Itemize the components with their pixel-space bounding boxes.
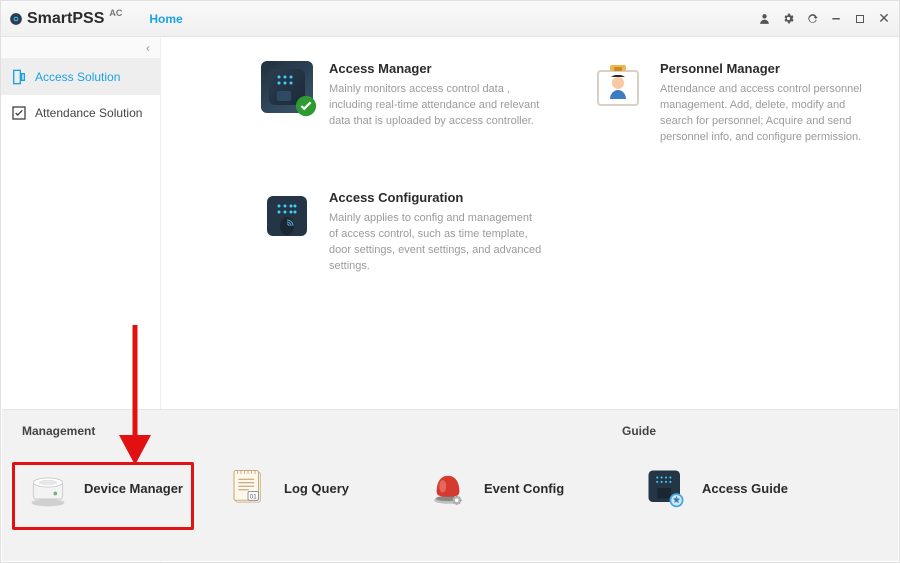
access-guide-icon	[644, 466, 688, 510]
card-access-configuration[interactable]: Access Configuration Mainly applies to c…	[261, 190, 544, 275]
management-strip: Management Guide Device Manager	[2, 409, 898, 561]
chevron-left-icon: ‹	[146, 41, 150, 55]
maximize-icon[interactable]	[853, 12, 867, 26]
sidebar-collapse-button[interactable]: ‹	[1, 37, 160, 59]
device-manager-button[interactable]: Device Manager	[26, 466, 226, 510]
card-access-manager[interactable]: Access Manager Mainly monitors access co…	[261, 61, 544, 146]
personnel-manager-icon	[592, 61, 644, 113]
mgmt-item-label: Log Query	[284, 481, 349, 496]
sidebar-item-attendance-solution[interactable]: Attendance Solution	[1, 95, 160, 131]
access-guide-button[interactable]: Access Guide	[644, 466, 844, 510]
gear-icon[interactable]	[781, 12, 795, 26]
close-icon[interactable]: ✕	[877, 12, 891, 26]
log-query-button[interactable]: 01 Log Query	[226, 466, 426, 510]
access-configuration-icon	[261, 190, 313, 242]
app-logo: SmartPSS AC	[9, 10, 121, 28]
titlebar-controls: – ✕	[757, 12, 891, 26]
card-title: Access Manager	[329, 61, 544, 76]
card-personnel-manager[interactable]: Personnel Manager Attendance and access …	[592, 61, 875, 146]
management-header: Management	[22, 424, 622, 438]
access-manager-icon	[261, 61, 313, 113]
event-config-button[interactable]: Event Config	[426, 466, 626, 510]
sidebar-item-label: Attendance Solution	[35, 106, 142, 120]
tab-home[interactable]: Home	[149, 12, 182, 26]
title-bar: SmartPSS AC Home – ✕	[1, 1, 899, 37]
mgmt-item-label: Event Config	[484, 481, 564, 496]
card-title: Personnel Manager	[660, 61, 875, 76]
card-desc: Attendance and access control personnel …	[660, 82, 875, 146]
svg-text:01: 01	[250, 494, 257, 501]
guide-header: Guide	[622, 424, 656, 438]
card-desc: Mainly monitors access control data , in…	[329, 82, 544, 130]
mgmt-item-label: Access Guide	[702, 481, 788, 496]
user-icon[interactable]	[757, 12, 771, 26]
app-logo-icon	[9, 12, 23, 26]
sync-icon[interactable]	[805, 12, 819, 26]
sidebar-item-access-solution[interactable]: Access Solution	[1, 59, 160, 95]
minimize-icon[interactable]: –	[829, 12, 843, 26]
mgmt-item-label: Device Manager	[84, 481, 183, 496]
device-manager-icon	[26, 466, 70, 510]
app-name-suffix: AC	[109, 8, 122, 18]
sidebar-item-label: Access Solution	[35, 70, 120, 84]
door-icon	[11, 69, 27, 85]
checkbox-icon	[11, 105, 27, 121]
card-title: Access Configuration	[329, 190, 544, 205]
card-desc: Mainly applies to config and management …	[329, 211, 544, 275]
event-config-icon	[426, 466, 470, 510]
app-name: SmartPSS	[27, 10, 104, 28]
log-query-icon: 01	[226, 466, 270, 510]
